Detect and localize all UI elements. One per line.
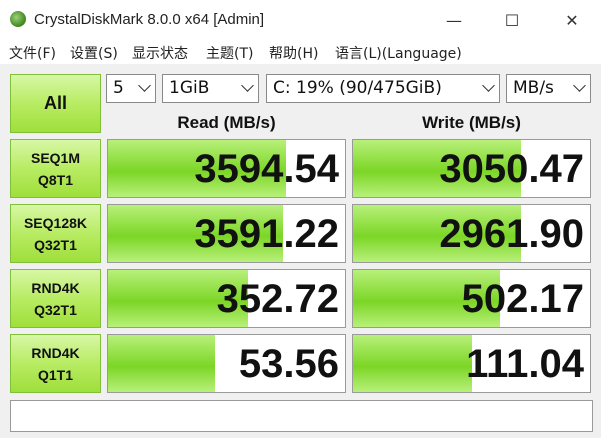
menu-help[interactable]: 帮助(H) (269, 43, 318, 63)
write-result-seq1m: 3050.47 (352, 139, 591, 198)
write-value: 502.17 (461, 277, 584, 321)
menu-theme[interactable]: 主题(T) (206, 43, 253, 63)
write-header: Write (MB/s) (422, 113, 521, 132)
read-result-rnd4k-q32t1: 352.72 (107, 269, 346, 328)
read-header: Read (MB/s) (177, 113, 276, 132)
test-name: SEQ1M (30, 149, 80, 166)
unit-value: MB/s (513, 78, 554, 98)
write-value: 3050.47 (439, 147, 584, 191)
maximize-button[interactable]: ☐ (488, 0, 536, 40)
test-queue: Q32T1 (34, 236, 77, 253)
test-name: SEQ128K (23, 214, 88, 231)
crystal-disk-icon (10, 11, 26, 27)
main-panel: All 5 1GiB C: 19% (90/475GiB) MB/s Read … (0, 64, 601, 438)
count-select[interactable]: 5 (106, 74, 156, 103)
minimize-button[interactable]: — (430, 0, 478, 40)
read-result-seq128k: 3591.22 (107, 204, 346, 263)
size-value: 1GiB (169, 78, 210, 98)
test-button-seq1m-q8t1[interactable]: SEQ1M Q8T1 (10, 139, 101, 198)
read-value: 3591.22 (194, 212, 339, 256)
comment-field[interactable] (10, 400, 593, 432)
read-value: 53.56 (238, 342, 339, 386)
write-bar (353, 335, 472, 392)
drive-select[interactable]: C: 19% (90/475GiB) (266, 74, 500, 103)
test-button-rnd4k-q32t1[interactable]: RND4K Q32T1 (10, 269, 101, 328)
write-result-rnd4k-q32t1: 502.17 (352, 269, 591, 328)
test-button-seq128k-q32t1[interactable]: SEQ128K Q32T1 (10, 204, 101, 263)
write-value: 111.04 (466, 342, 584, 386)
read-value: 3594.54 (194, 147, 339, 191)
window-title: CrystalDiskMark 8.0.0 x64 [Admin] (34, 11, 265, 28)
chevron-down-icon (241, 79, 254, 92)
all-button[interactable]: All (10, 74, 101, 133)
size-select[interactable]: 1GiB (162, 74, 259, 103)
write-result-rnd4k-q1t1: 111.04 (352, 334, 591, 393)
menu-language[interactable]: 语言(L)(Language) (335, 43, 462, 63)
test-name: RND4K (31, 344, 80, 361)
chevron-down-icon (138, 79, 151, 92)
drive-value: C: 19% (90/475GiB) (273, 78, 442, 98)
menu-settings[interactable]: 设置(S) (70, 43, 118, 63)
menu-bar: 文件(F) 设置(S) 显示状态 主题(T) 帮助(H) 语言(L)(Langu… (0, 40, 601, 64)
read-value: 352.72 (216, 277, 339, 321)
test-queue: Q8T1 (37, 171, 73, 188)
title-bar: CrystalDiskMark 8.0.0 x64 [Admin] — ☐ ✕ (0, 0, 601, 41)
test-queue: Q1T1 (37, 366, 73, 383)
chevron-down-icon (573, 79, 586, 92)
write-result-seq128k: 2961.90 (352, 204, 591, 263)
unit-select[interactable]: MB/s (506, 74, 591, 103)
count-value: 5 (113, 78, 124, 98)
test-queue: Q32T1 (34, 301, 77, 318)
menu-file[interactable]: 文件(F) (9, 43, 56, 63)
close-button[interactable]: ✕ (548, 0, 596, 40)
menu-display-status[interactable]: 显示状态 (132, 43, 188, 63)
test-name: RND4K (31, 279, 80, 296)
read-result-seq1m: 3594.54 (107, 139, 346, 198)
read-result-rnd4k-q1t1: 53.56 (107, 334, 346, 393)
test-button-rnd4k-q1t1[interactable]: RND4K Q1T1 (10, 334, 101, 393)
chevron-down-icon (482, 79, 495, 92)
read-bar (108, 335, 215, 392)
write-value: 2961.90 (439, 212, 584, 256)
